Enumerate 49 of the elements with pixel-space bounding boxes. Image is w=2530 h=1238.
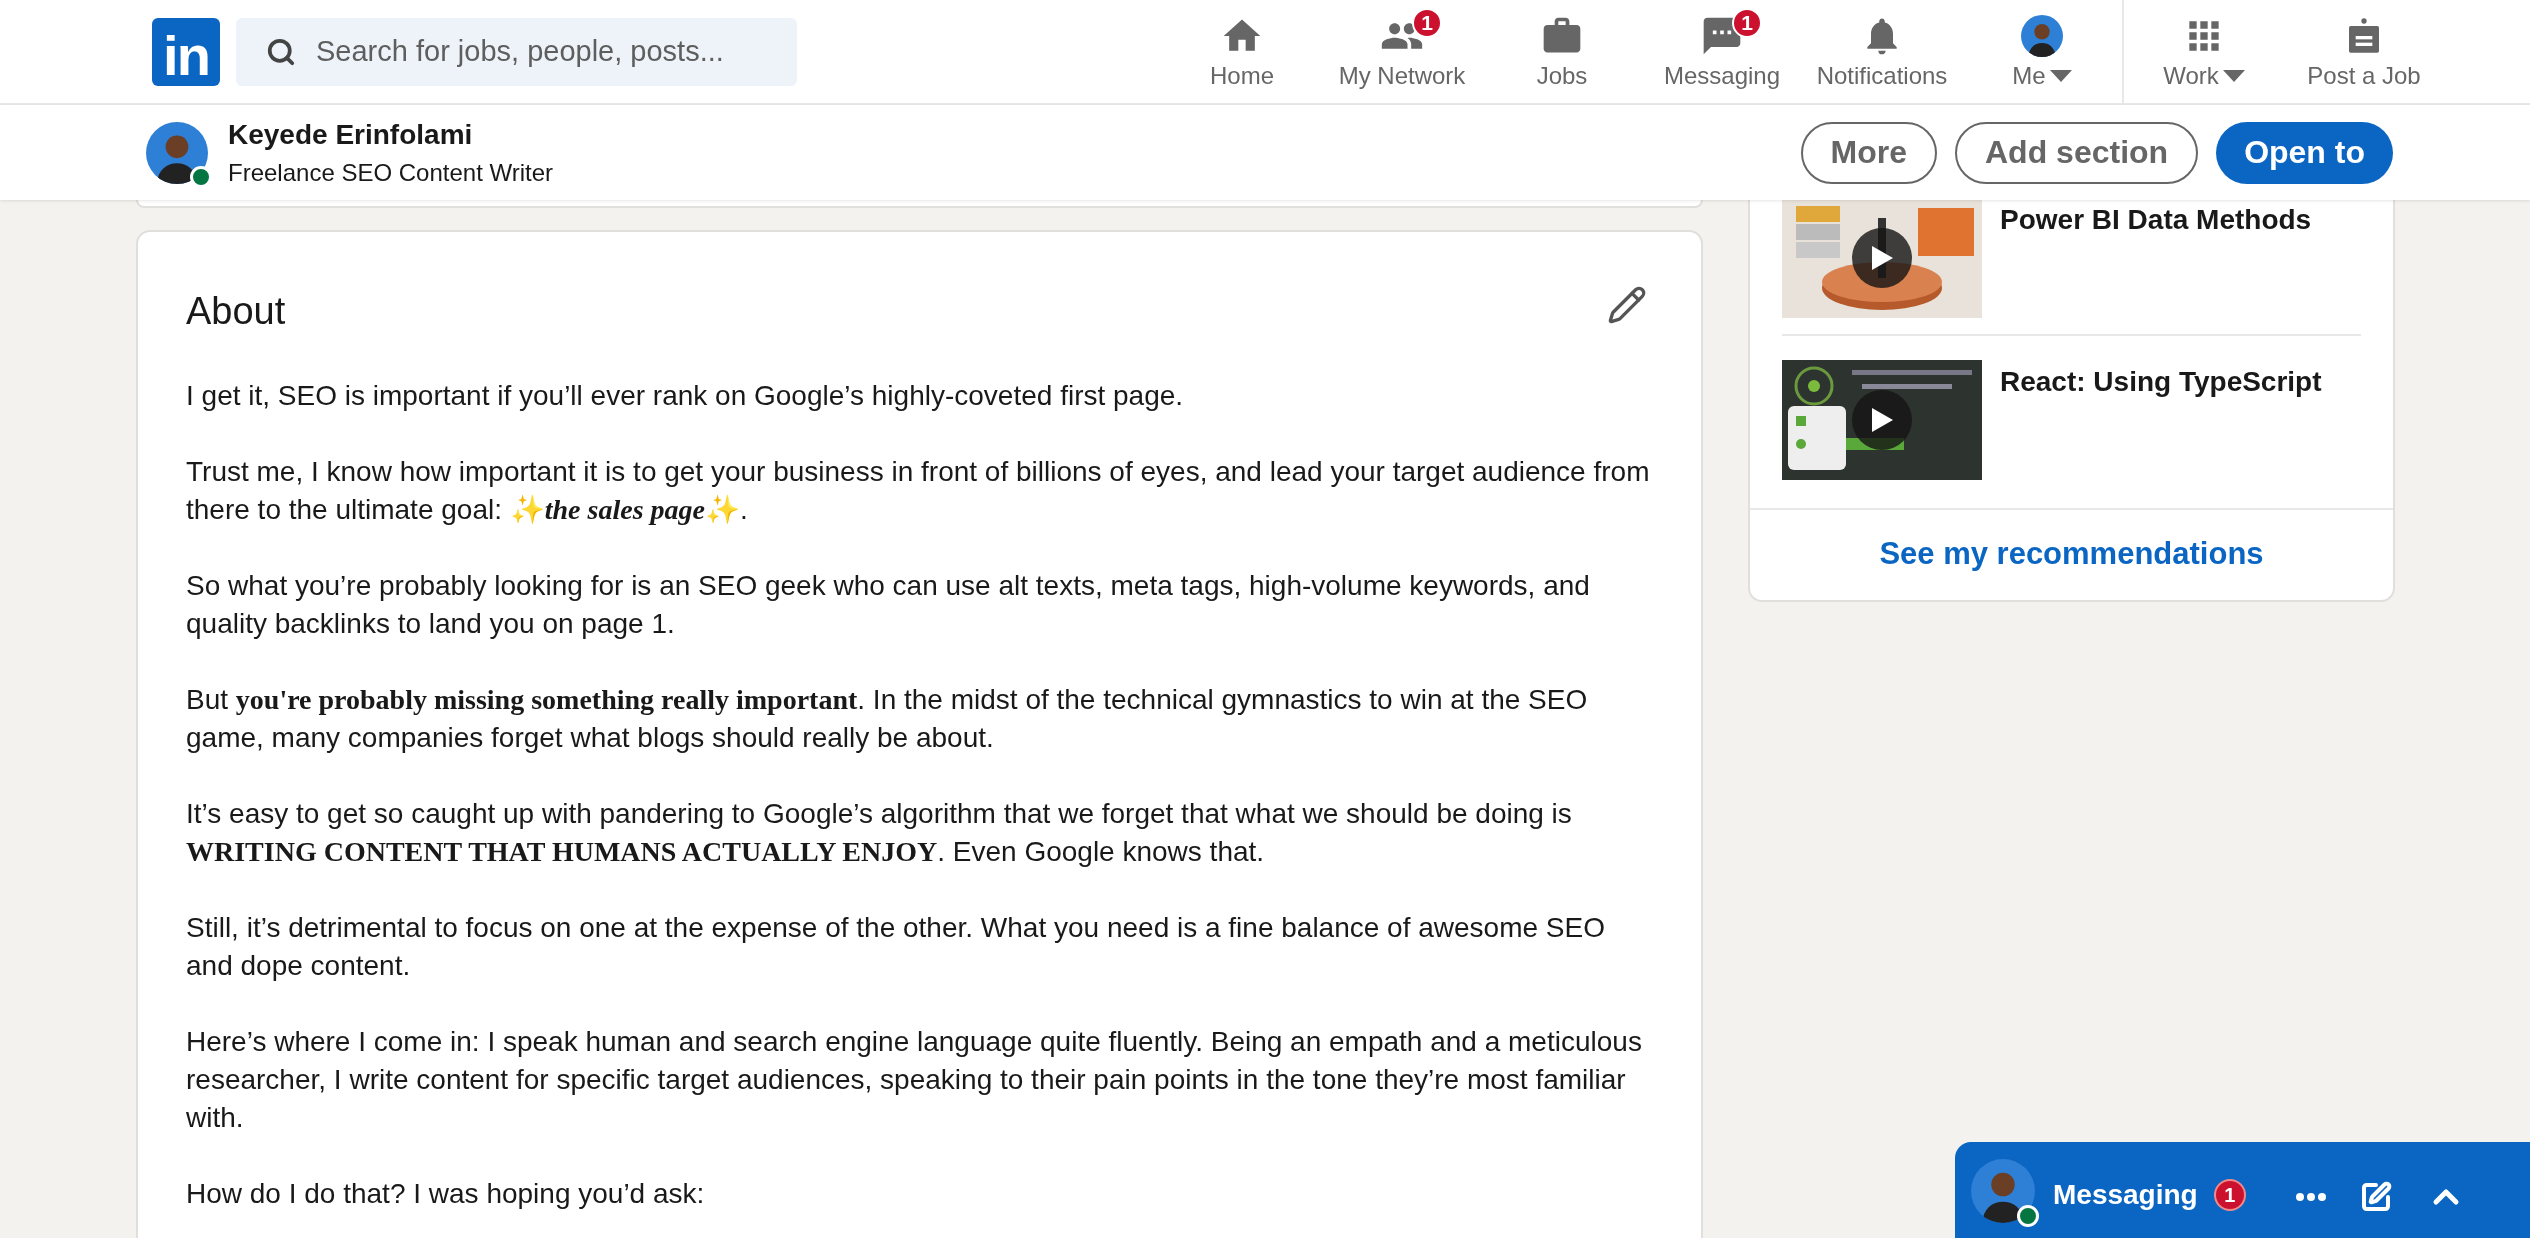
about-paragraph: I get it, SEO is important if you’ll ever rank on Google’s highly-coveted first page. bbox=[186, 379, 1185, 413]
course-title[interactable]: React: Using TypeScript bbox=[2000, 366, 2322, 480]
compose-button[interactable] bbox=[2359, 1181, 2392, 1213]
recommendations-link[interactable]: See my recommendations bbox=[1750, 508, 2393, 600]
action-button[interactable]: More bbox=[1800, 121, 1937, 184]
avatar bbox=[2021, 14, 2063, 57]
nav-item[interactable]: Jobs bbox=[1482, 0, 1642, 103]
nav-item[interactable]: Home bbox=[1162, 0, 1322, 103]
compose-icon bbox=[2359, 1181, 2392, 1213]
pencil-icon bbox=[1607, 284, 1647, 325]
search-icon bbox=[266, 36, 296, 67]
nav-item[interactable]: Me bbox=[1962, 0, 2122, 103]
nav-item[interactable]: 1 Messaging bbox=[1642, 0, 1802, 103]
nav-label: Me bbox=[2012, 61, 2046, 90]
more-button[interactable] bbox=[2295, 1193, 2326, 1201]
about-paragraph: Here’s where I come in: I speak human and search engine language quite fluently. Being an empath and a meticulous researcher, I write content for specific target audiences, speaking to their pain points in the tone they’re most familiar with. bbox=[186, 1025, 1643, 1135]
course-title[interactable]: Power BI Data Methods bbox=[2000, 204, 2312, 318]
action-button[interactable]: Add section bbox=[1955, 121, 2199, 184]
nav-item[interactable]: Work bbox=[2124, 0, 2284, 103]
notification-badge: 1 bbox=[1732, 7, 1762, 38]
nav-label: Messaging bbox=[1663, 61, 1781, 90]
messaging-bar[interactable]: Messaging 1 bbox=[1955, 1142, 2530, 1238]
search-field[interactable]: Search for jobs, people, posts... bbox=[236, 17, 797, 86]
about-paragraph: So what you’re probably looking for is an SEO geek who can use alt texts, meta tags, high-volume keywords, and quality backlinks to land you on page 1. bbox=[186, 569, 1591, 641]
caret-icon bbox=[2222, 69, 2245, 82]
profile-headline: Freelance SEO Content Writer bbox=[228, 158, 555, 187]
nav-item[interactable]: Post a Job bbox=[2284, 0, 2444, 103]
messaging-label: Messaging bbox=[2053, 1179, 2198, 1211]
about-paragraph: It’s easy to get so caught up with pandering to Google’s algorithm that we forget that what we should be doing is WRITING CONTENT THAT HUMANS ACTUALLY ENJOY. Even Google knows that. bbox=[186, 797, 1573, 869]
nav-label: Notifications bbox=[1816, 61, 1948, 90]
nav-item[interactable]: Notifications bbox=[1802, 0, 1962, 103]
about-paragraph: Still, it’s detrimental to focus on one at the expense of the other. What you need is a fine balance of awesome SEO and dope content. bbox=[186, 911, 1606, 983]
nav-item[interactable]: 1 My Network bbox=[1322, 0, 1482, 103]
action-button[interactable]: Open to bbox=[2216, 121, 2393, 184]
about-paragraph: Trust me, I know how important it is to get your business in front of billions of eyes, and lead your target audience from there to the ultimate goal: ✨the sales page✨. bbox=[186, 455, 1651, 527]
nav-label: Work bbox=[2163, 61, 2219, 90]
notification-badge: 1 bbox=[1412, 7, 1442, 38]
about-paragraph: How do I do that? I was hoping you’d ask: bbox=[186, 1177, 706, 1211]
nav-label: Home bbox=[1210, 61, 1274, 90]
caret-icon bbox=[2049, 69, 2072, 82]
notification-badge: 1 bbox=[2213, 1179, 2246, 1211]
nav-label: My Network bbox=[1338, 61, 1466, 90]
about-paragraph: But you're probably missing something really important. In the midst of the technical gymnastics to win at the SEO game, many companies forget what blogs should really be about. bbox=[186, 683, 1589, 755]
more-icon bbox=[2295, 1193, 2326, 1201]
nav-label: Jobs bbox=[1536, 61, 1588, 90]
profile-name: Keyede Erinfolami bbox=[228, 118, 474, 151]
nav-label: Post a Job bbox=[2307, 61, 2421, 90]
section-title: About bbox=[186, 290, 286, 333]
logo[interactable]: in bbox=[152, 17, 220, 86]
